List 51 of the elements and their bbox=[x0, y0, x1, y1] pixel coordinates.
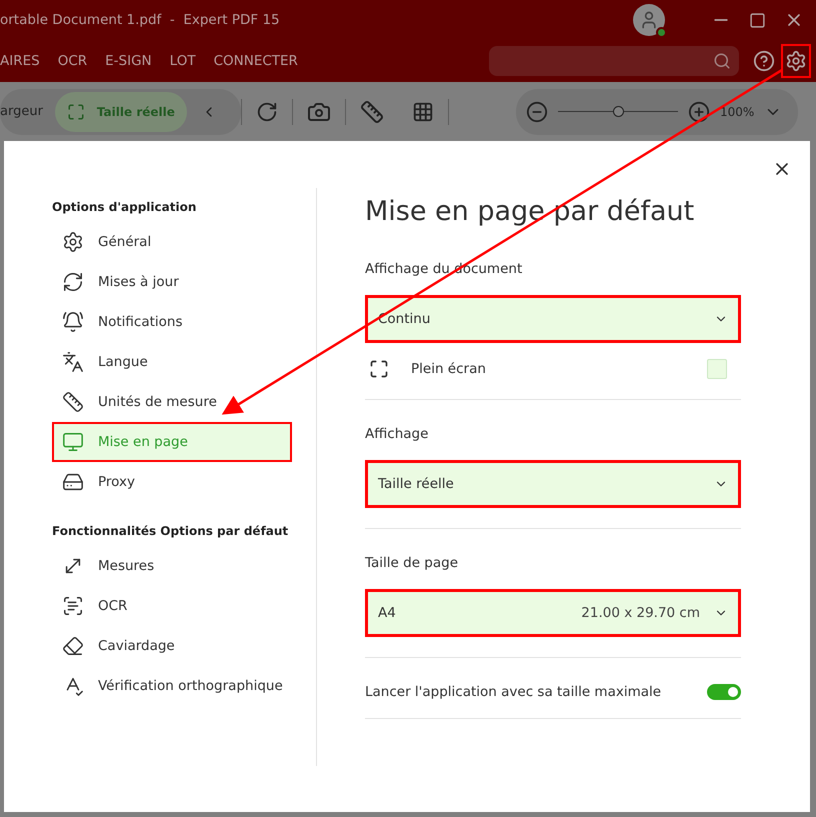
search-icon bbox=[713, 52, 731, 70]
sidebar-item[interactable]: Unités de mesure bbox=[52, 382, 292, 422]
maximize-icon[interactable] bbox=[749, 12, 766, 28]
translate-icon bbox=[62, 351, 84, 373]
menu-item[interactable]: OCR bbox=[58, 53, 88, 69]
section-title: Fonctionnalités Options par défaut bbox=[52, 524, 290, 538]
toggle-switch[interactable] bbox=[707, 684, 741, 700]
bell-icon bbox=[62, 311, 84, 333]
gear-icon bbox=[62, 231, 84, 253]
zoom-value: 100% bbox=[720, 104, 754, 118]
dropdown[interactable]: A4 21.00 x 29.70 cm bbox=[365, 589, 741, 637]
menu-item[interactable]: CONNECTER bbox=[214, 53, 298, 69]
sidebar-item[interactable]: Vérification orthographique bbox=[52, 666, 292, 706]
option-label: Plein écran bbox=[411, 361, 486, 377]
sidebar-item[interactable]: Mises à jour bbox=[52, 262, 292, 302]
menu-item[interactable]: AIRES bbox=[0, 53, 40, 69]
monitor-icon bbox=[62, 431, 84, 453]
checkbox[interactable] bbox=[707, 359, 727, 379]
grid-icon[interactable] bbox=[412, 100, 434, 122]
dropdown[interactable]: Continu bbox=[365, 295, 741, 343]
window-title: ortable Document 1.pdf - Expert PDF 15 bbox=[0, 12, 281, 28]
ruler-icon bbox=[62, 391, 84, 413]
drive-icon bbox=[62, 471, 84, 493]
menu-item[interactable]: E-SIGN bbox=[105, 53, 152, 69]
settings-button[interactable] bbox=[781, 44, 811, 78]
zoom-in-icon[interactable] bbox=[688, 100, 710, 122]
menu-item[interactable]: LOT bbox=[170, 53, 196, 69]
actual-size-icon bbox=[66, 102, 85, 120]
fullscreen-icon bbox=[369, 359, 389, 379]
user-avatar[interactable] bbox=[633, 4, 665, 36]
sidebar-item[interactable]: Mesures bbox=[52, 546, 292, 586]
sidebar-item[interactable]: Caviardage bbox=[52, 626, 292, 666]
ruler-icon[interactable] bbox=[360, 100, 384, 124]
dropdown[interactable]: Taille réelle bbox=[365, 460, 741, 508]
section-title: Options d'application bbox=[52, 200, 198, 214]
sidebar-item[interactable]: OCR bbox=[52, 586, 292, 626]
search-field[interactable] bbox=[489, 46, 739, 76]
option-label: Lancer l'application avec sa taille maximale bbox=[365, 684, 662, 700]
zoom-out-icon[interactable] bbox=[526, 100, 548, 122]
eraser-icon bbox=[62, 635, 84, 657]
zoom-slider-thumb[interactable] bbox=[613, 106, 624, 117]
sidebar-item[interactable]: Langue bbox=[52, 342, 292, 382]
field-label: Taille de page bbox=[365, 555, 460, 571]
refresh-icon bbox=[62, 271, 84, 293]
field-label: Affichage bbox=[365, 426, 430, 442]
sidebar-item[interactable]: Proxy bbox=[52, 462, 292, 502]
text-scan-icon bbox=[62, 595, 84, 617]
sidebar-item[interactable]: Notifications bbox=[52, 302, 292, 342]
help-icon[interactable] bbox=[753, 50, 775, 72]
rotate-icon[interactable] bbox=[256, 100, 278, 122]
sidebar-item[interactable]: Général bbox=[52, 222, 292, 262]
